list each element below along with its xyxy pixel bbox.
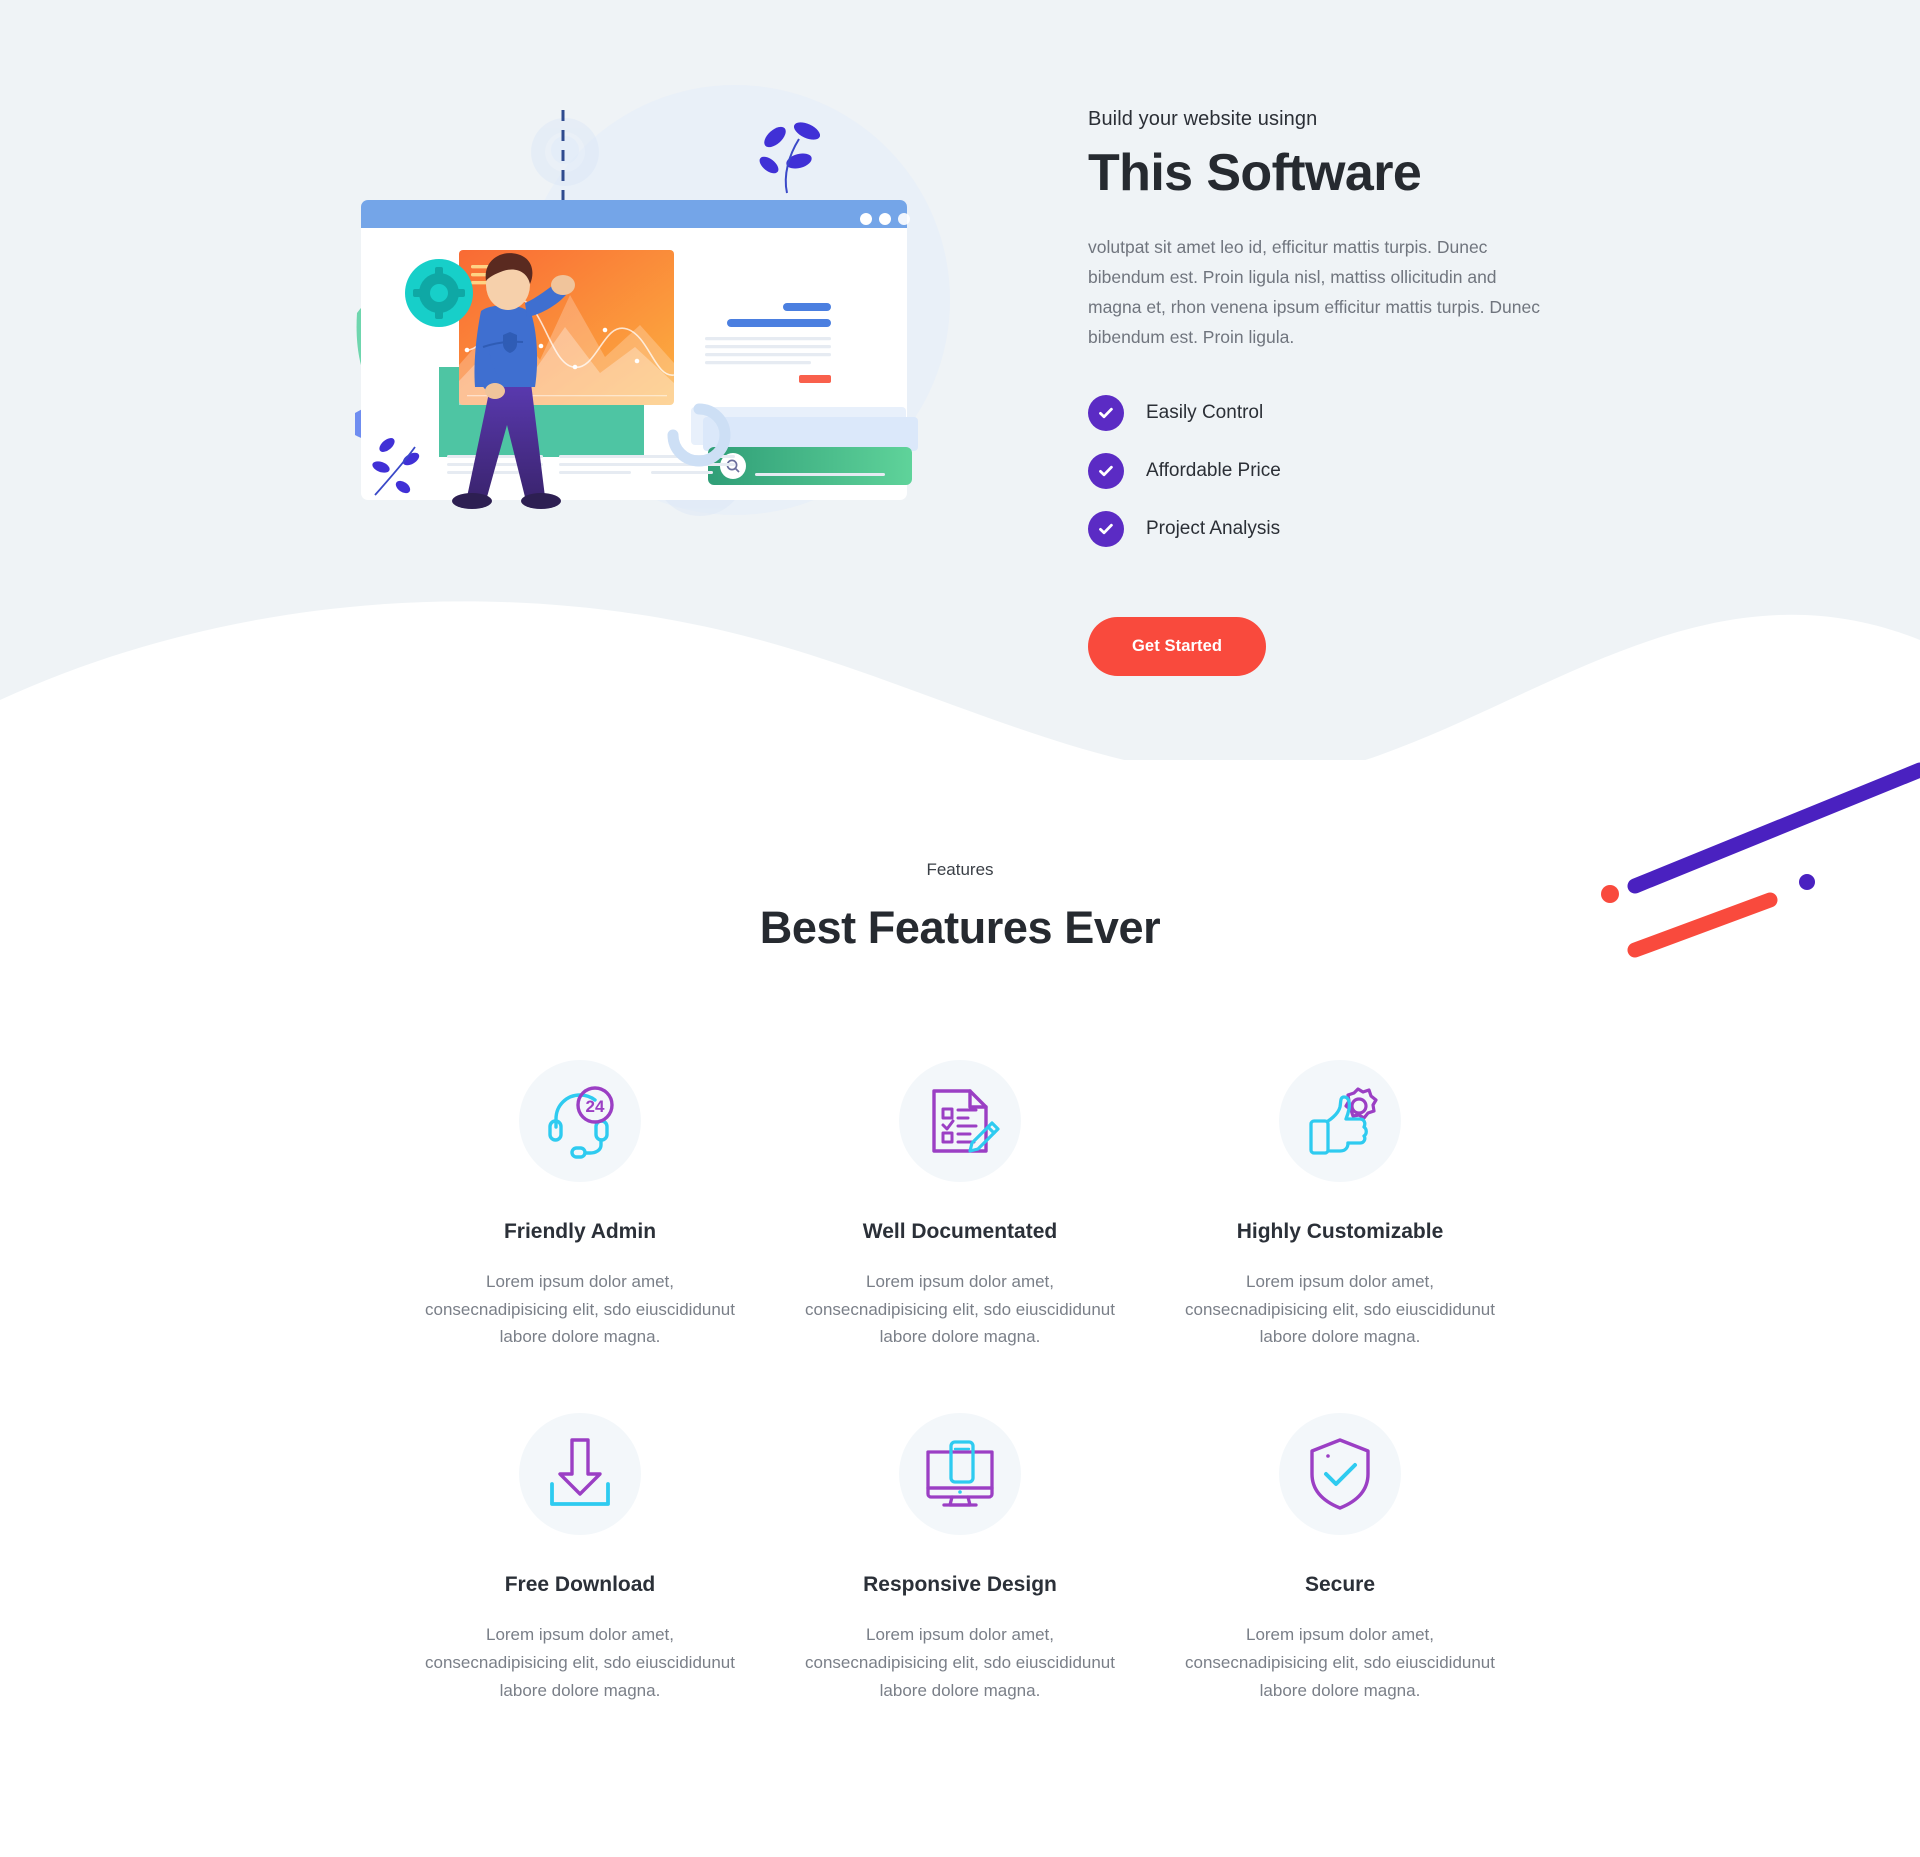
feature-name: Responsive Design [863,1573,1057,1597]
document-checklist-pencil-icon [899,1060,1021,1182]
check-icon [1088,452,1124,489]
headset-24-support-icon: 24 [519,1060,641,1182]
hero-eyebrow: Build your website usingn [1088,108,1318,130]
check-icon [1088,510,1124,547]
feature-description: Lorem ipsum dolor amet, consecnadipisici… [425,1625,735,1700]
thumbs-up-gear-icon [1279,1060,1401,1182]
feature-card[interactable]: Responsive Design Lorem ipsum dolor amet… [770,1413,1150,1704]
checklist-item: Project Analysis [1088,510,1558,547]
features-section: Features Best Features Ever 24 Friendly … [0,860,1920,1700]
get-started-button[interactable]: Get Started [1088,616,1267,676]
check-icon [1088,394,1124,431]
checklist-item-label: Project Analysis [1146,517,1281,539]
features-eyebrow: Features [926,860,994,879]
checklist-item-label: Affordable Price [1146,459,1281,481]
download-arrow-icon [519,1413,641,1536]
feature-grid: 24 Friendly Admin Lorem ipsum dolor amet… [0,1060,1920,1704]
hero-illustration [355,95,965,525]
feature-description: Lorem ipsum dolor amet, consecnadipisici… [1185,1625,1495,1700]
monitor-phone-icon [899,1413,1021,1536]
checklist-item: Affordable Price [1088,452,1558,489]
feature-description: Lorem ipsum dolor amet, consecnadipisici… [805,1625,1115,1700]
hero-copy: Build your website usingn This Software … [1088,108,1558,676]
feature-name: Highly Customizable [1236,1220,1444,1243]
feature-description: Lorem ipsum dolor amet, consecnadipisici… [1185,1272,1495,1347]
hero-checklist: Easily Control Affordable Price Project … [1088,394,1558,547]
hero-description: volutpat sit amet leo id, efficitur matt… [1088,237,1540,348]
shield-check-icon [1279,1413,1401,1536]
feature-card[interactable]: Well Documentated Lorem ipsum dolor amet… [770,1060,1150,1351]
hero-section: Build your website usingn This Software … [0,0,1920,700]
feature-name: Free Download [504,1573,656,1597]
svg-text:24: 24 [586,1097,605,1116]
feature-card[interactable]: Secure Lorem ipsum dolor amet, consecnad… [1150,1413,1530,1704]
feature-name: Friendly Admin [503,1220,657,1243]
feature-description: Lorem ipsum dolor amet, consecnadipisici… [805,1272,1115,1347]
checklist-item-label: Easily Control [1146,401,1264,423]
feature-card[interactable]: Highly Customizable Lorem ipsum dolor am… [1150,1060,1530,1351]
feature-card[interactable]: 24 Friendly Admin Lorem ipsum dolor amet… [390,1060,770,1351]
features-title: Best Features Ever [759,902,1161,953]
feature-name: Well Documentated [862,1220,1058,1243]
landing-page: Build your website usingn This Software … [0,0,1920,1857]
feature-name: Secure [1304,1573,1376,1597]
checklist-item: Easily Control [1088,394,1558,431]
feature-card[interactable]: Free Download Lorem ipsum dolor amet, co… [390,1413,770,1704]
feature-description: Lorem ipsum dolor amet, consecnadipisici… [425,1272,735,1347]
hero-title: This Software [1088,144,1422,202]
